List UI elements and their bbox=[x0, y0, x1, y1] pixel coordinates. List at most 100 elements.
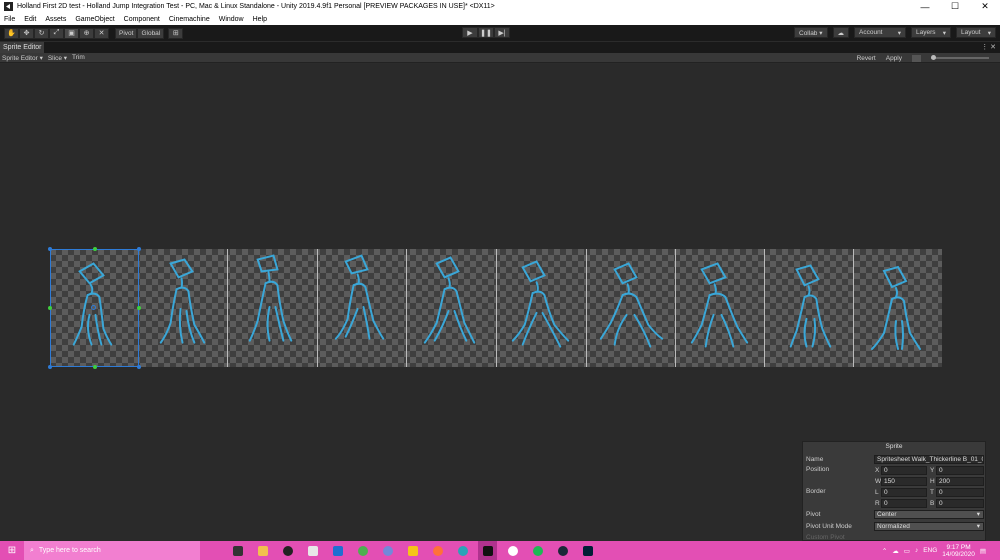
b-field[interactable]: 0 bbox=[936, 499, 984, 508]
sprite-frame bbox=[871, 265, 921, 350]
volume-icon[interactable]: ♪ bbox=[915, 547, 918, 554]
sprite-cell[interactable] bbox=[228, 249, 318, 367]
calendar-icon[interactable] bbox=[328, 541, 347, 560]
trim-button[interactable]: Trim bbox=[72, 54, 85, 61]
windows-taskbar: ⊞ ⌕ Type here to search ⌃ ☁ ▭ ♪ ENG 9:17 … bbox=[0, 541, 1000, 560]
menu-assets[interactable]: Assets bbox=[45, 16, 66, 23]
sprite-cell[interactable] bbox=[407, 249, 497, 367]
step-icon[interactable]: ▶| bbox=[494, 27, 510, 38]
account-dropdown[interactable]: Account ▾ bbox=[854, 27, 906, 38]
edge-handle[interactable] bbox=[93, 365, 97, 369]
windows-start-icon[interactable]: ⊞ bbox=[0, 541, 24, 560]
sprite-cell[interactable] bbox=[318, 249, 407, 367]
sprite-frame bbox=[599, 262, 664, 348]
corner-handle[interactable] bbox=[48, 247, 52, 251]
revert-button[interactable]: Revert bbox=[857, 55, 876, 62]
collab-button[interactable]: Collab ▾ bbox=[794, 27, 828, 38]
pivot-toggle[interactable]: Pivot bbox=[115, 27, 138, 39]
pivot-handle[interactable] bbox=[91, 305, 96, 310]
paint-icon[interactable] bbox=[303, 541, 322, 560]
edge-handle[interactable] bbox=[48, 306, 52, 310]
sprite-cell[interactable] bbox=[587, 249, 676, 367]
taskbar-search[interactable]: ⌕ Type here to search bbox=[24, 541, 200, 560]
play-icon[interactable]: ▶ bbox=[462, 27, 478, 38]
t-field[interactable]: 0 bbox=[936, 488, 984, 497]
menu-component[interactable]: Component bbox=[124, 16, 160, 23]
menu-window[interactable]: Window bbox=[219, 16, 244, 23]
photoshop-icon[interactable] bbox=[578, 541, 597, 560]
sprite-cell[interactable] bbox=[139, 249, 228, 367]
menu-cinemachine[interactable]: Cinemachine bbox=[169, 16, 210, 23]
layers-dropdown[interactable]: Layers ▾ bbox=[911, 27, 951, 38]
edge-handle[interactable] bbox=[93, 247, 97, 251]
tab-sprite-editor[interactable]: Sprite Editor bbox=[0, 42, 44, 53]
file-explorer-icon[interactable] bbox=[253, 541, 272, 560]
spotify-icon[interactable] bbox=[528, 541, 547, 560]
transform-tool-icon[interactable]: ⊕ bbox=[79, 27, 94, 39]
discord-icon[interactable] bbox=[378, 541, 397, 560]
t-label: T bbox=[930, 489, 934, 496]
color-channel-icon[interactable] bbox=[912, 54, 921, 62]
x-field[interactable]: 0 bbox=[881, 466, 927, 475]
cloud-icon[interactable]: ☁ bbox=[832, 27, 849, 38]
minimize-button[interactable]: — bbox=[910, 0, 940, 13]
language-indicator[interactable]: ENG bbox=[923, 547, 937, 554]
zoom-slider[interactable] bbox=[931, 55, 989, 60]
steam-icon[interactable] bbox=[553, 541, 572, 560]
global-toggle[interactable]: Global bbox=[137, 27, 165, 39]
h-field[interactable]: 200 bbox=[936, 477, 984, 486]
app-g-icon[interactable] bbox=[278, 541, 297, 560]
scale-tool-icon[interactable]: ⤢ bbox=[49, 27, 64, 39]
custom-tool-icon[interactable]: ✕ bbox=[94, 27, 109, 39]
snap-icon[interactable]: ⊞ bbox=[168, 27, 184, 39]
rect-tool-icon[interactable]: ▣ bbox=[64, 27, 79, 39]
cloud-app-icon[interactable] bbox=[403, 541, 422, 560]
sprite-cell[interactable] bbox=[676, 249, 765, 367]
y-label: Y bbox=[930, 467, 935, 474]
move-tool-icon[interactable]: ✥ bbox=[19, 27, 34, 39]
r-field[interactable]: 0 bbox=[881, 499, 927, 508]
task-view-icon[interactable] bbox=[228, 541, 247, 560]
menu-gameobject[interactable]: GameObject bbox=[75, 16, 114, 23]
firefox-icon[interactable] bbox=[428, 541, 447, 560]
maximize-button[interactable]: ☐ bbox=[940, 0, 970, 13]
corner-handle[interactable] bbox=[137, 247, 141, 251]
menu-edit[interactable]: Edit bbox=[24, 16, 36, 23]
tab-options-icon[interactable]: ⋮ ✕ bbox=[981, 43, 996, 51]
sprite-cell[interactable] bbox=[765, 249, 854, 367]
l-field[interactable]: 0 bbox=[881, 488, 927, 497]
clock[interactable]: 9:17 PM 14/09/2020 bbox=[942, 544, 975, 558]
slice-dropdown[interactable]: Slice ▾ bbox=[48, 54, 67, 62]
menu-file[interactable]: File bbox=[4, 16, 15, 23]
layout-dropdown[interactable]: Layout ▾ bbox=[956, 27, 996, 38]
edge-icon[interactable] bbox=[453, 541, 472, 560]
pivot-dropdown[interactable]: Center bbox=[874, 510, 984, 519]
close-button[interactable]: ✕ bbox=[970, 0, 1000, 13]
notification-icon[interactable]: ▤ bbox=[980, 547, 986, 555]
name-field[interactable]: Spritesheet Walk_Thickerline B_01_0 bbox=[874, 455, 984, 464]
sprite-sheet[interactable] bbox=[50, 249, 942, 367]
chrome-icon[interactable] bbox=[503, 541, 522, 560]
corner-handle[interactable] bbox=[137, 365, 141, 369]
menu-help[interactable]: Help bbox=[253, 16, 267, 23]
game-app-icon[interactable] bbox=[353, 541, 372, 560]
unity-taskbar-icon[interactable] bbox=[478, 541, 497, 560]
w-field[interactable]: 150 bbox=[881, 477, 927, 486]
network-icon[interactable]: ▭ bbox=[904, 547, 910, 555]
y-field[interactable]: 0 bbox=[936, 466, 984, 475]
cloud-tray-icon[interactable]: ☁ bbox=[892, 547, 899, 555]
selection-rect[interactable] bbox=[48, 247, 141, 369]
sprite-cell[interactable] bbox=[497, 249, 587, 367]
mode-dropdown[interactable]: Sprite Editor ▾ bbox=[2, 54, 43, 62]
zoom-slider-thumb[interactable] bbox=[931, 55, 936, 60]
pivot-unit-dropdown[interactable]: Normalized bbox=[874, 522, 984, 531]
chevron-up-icon[interactable]: ⌃ bbox=[882, 547, 887, 555]
pause-icon[interactable]: ❚❚ bbox=[478, 27, 494, 38]
sprite-frame bbox=[248, 254, 293, 342]
sprite-cell[interactable] bbox=[854, 249, 942, 367]
rotate-tool-icon[interactable]: ↻ bbox=[34, 27, 49, 39]
edge-handle[interactable] bbox=[137, 306, 141, 310]
corner-handle[interactable] bbox=[48, 365, 52, 369]
hand-tool-icon[interactable]: ✋ bbox=[4, 27, 19, 39]
apply-button[interactable]: Apply bbox=[886, 55, 902, 62]
